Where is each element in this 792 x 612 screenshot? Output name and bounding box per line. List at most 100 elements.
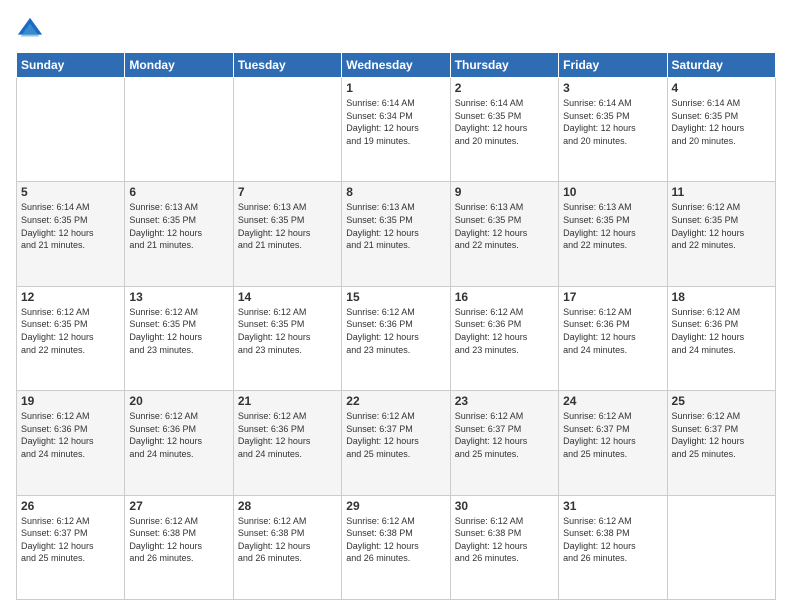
day-number: 4 [672,81,771,95]
day-number: 10 [563,185,662,199]
day-number: 16 [455,290,554,304]
day-number: 29 [346,499,445,513]
day-info: Sunrise: 6:14 AM Sunset: 6:35 PM Dayligh… [21,201,120,251]
calendar-cell: 30 Sunrise: 6:12 AM Sunset: 6:38 PM Dayli… [450,495,558,599]
calendar-cell: 24 Sunrise: 6:12 AM Sunset: 6:37 PM Dayli… [559,391,667,495]
calendar-cell: 29 Sunrise: 6:12 AM Sunset: 6:38 PM Dayli… [342,495,450,599]
weekday-header-cell: Wednesday [342,53,450,78]
header [16,16,776,44]
calendar-cell [233,78,341,182]
day-number: 9 [455,185,554,199]
day-number: 6 [129,185,228,199]
calendar-cell: 11 Sunrise: 6:12 AM Sunset: 6:35 PM Dayli… [667,182,775,286]
day-info: Sunrise: 6:12 AM Sunset: 6:36 PM Dayligh… [21,410,120,460]
calendar-cell: 22 Sunrise: 6:12 AM Sunset: 6:37 PM Dayli… [342,391,450,495]
logo-icon [16,16,44,44]
day-info: Sunrise: 6:12 AM Sunset: 6:37 PM Dayligh… [346,410,445,460]
weekday-header-cell: Saturday [667,53,775,78]
day-number: 31 [563,499,662,513]
calendar-cell: 1 Sunrise: 6:14 AM Sunset: 6:34 PM Daylig… [342,78,450,182]
calendar-body: 1 Sunrise: 6:14 AM Sunset: 6:34 PM Daylig… [17,78,776,600]
day-number: 22 [346,394,445,408]
day-info: Sunrise: 6:14 AM Sunset: 6:34 PM Dayligh… [346,97,445,147]
day-number: 21 [238,394,337,408]
day-number: 30 [455,499,554,513]
day-number: 23 [455,394,554,408]
calendar-cell [667,495,775,599]
calendar-cell: 26 Sunrise: 6:12 AM Sunset: 6:37 PM Dayli… [17,495,125,599]
calendar-cell: 15 Sunrise: 6:12 AM Sunset: 6:36 PM Dayli… [342,286,450,390]
calendar-cell: 2 Sunrise: 6:14 AM Sunset: 6:35 PM Daylig… [450,78,558,182]
day-info: Sunrise: 6:13 AM Sunset: 6:35 PM Dayligh… [455,201,554,251]
calendar-week-row: 12 Sunrise: 6:12 AM Sunset: 6:35 PM Dayli… [17,286,776,390]
calendar-cell: 23 Sunrise: 6:12 AM Sunset: 6:37 PM Dayli… [450,391,558,495]
day-number: 24 [563,394,662,408]
day-info: Sunrise: 6:12 AM Sunset: 6:37 PM Dayligh… [21,515,120,565]
day-info: Sunrise: 6:12 AM Sunset: 6:38 PM Dayligh… [129,515,228,565]
day-info: Sunrise: 6:12 AM Sunset: 6:37 PM Dayligh… [672,410,771,460]
day-info: Sunrise: 6:12 AM Sunset: 6:35 PM Dayligh… [21,306,120,356]
calendar-cell: 8Sunrise: 6:13 AM Sunset: 6:35 PM Daylig… [342,182,450,286]
day-info: Sunrise: 6:12 AM Sunset: 6:36 PM Dayligh… [672,306,771,356]
calendar-cell: 10Sunrise: 6:13 AM Sunset: 6:35 PM Dayli… [559,182,667,286]
day-number: 20 [129,394,228,408]
calendar: SundayMondayTuesdayWednesdayThursdayFrid… [16,52,776,600]
day-number: 13 [129,290,228,304]
calendar-week-row: 19 Sunrise: 6:12 AM Sunset: 6:36 PM Dayli… [17,391,776,495]
day-number: 1 [346,81,445,95]
calendar-cell: 12 Sunrise: 6:12 AM Sunset: 6:35 PM Dayli… [17,286,125,390]
calendar-week-row: 5 Sunrise: 6:14 AM Sunset: 6:35 PM Daylig… [17,182,776,286]
calendar-cell [17,78,125,182]
day-number: 12 [21,290,120,304]
day-info: Sunrise: 6:12 AM Sunset: 6:38 PM Dayligh… [346,515,445,565]
calendar-cell: 7 Sunrise: 6:13 AM Sunset: 6:35 PM Daylig… [233,182,341,286]
day-number: 26 [21,499,120,513]
day-info: Sunrise: 6:13 AM Sunset: 6:35 PM Dayligh… [129,201,228,251]
day-number: 2 [455,81,554,95]
day-number: 27 [129,499,228,513]
day-info: Sunrise: 6:12 AM Sunset: 6:38 PM Dayligh… [238,515,337,565]
day-number: 7 [238,185,337,199]
day-number: 18 [672,290,771,304]
day-number: 14 [238,290,337,304]
day-info: Sunrise: 6:12 AM Sunset: 6:37 PM Dayligh… [563,410,662,460]
calendar-cell: 4 Sunrise: 6:14 AM Sunset: 6:35 PM Daylig… [667,78,775,182]
calendar-cell: 31 Sunrise: 6:12 AM Sunset: 6:38 PM Dayli… [559,495,667,599]
day-number: 17 [563,290,662,304]
day-info: Sunrise: 6:14 AM Sunset: 6:35 PM Dayligh… [563,97,662,147]
day-info: Sunrise: 6:12 AM Sunset: 6:38 PM Dayligh… [563,515,662,565]
weekday-header-cell: Friday [559,53,667,78]
calendar-cell: 27 Sunrise: 6:12 AM Sunset: 6:38 PM Dayli… [125,495,233,599]
day-number: 25 [672,394,771,408]
day-number: 11 [672,185,771,199]
calendar-cell: 18 Sunrise: 6:12 AM Sunset: 6:36 PM Dayli… [667,286,775,390]
day-info: Sunrise: 6:12 AM Sunset: 6:35 PM Dayligh… [129,306,228,356]
day-info: Sunrise: 6:14 AM Sunset: 6:35 PM Dayligh… [672,97,771,147]
day-info: Sunrise: 6:12 AM Sunset: 6:35 PM Dayligh… [672,201,771,251]
weekday-header-cell: Thursday [450,53,558,78]
calendar-week-row: 1 Sunrise: 6:14 AM Sunset: 6:34 PM Daylig… [17,78,776,182]
day-info: Sunrise: 6:12 AM Sunset: 6:36 PM Dayligh… [346,306,445,356]
calendar-week-row: 26 Sunrise: 6:12 AM Sunset: 6:37 PM Dayli… [17,495,776,599]
day-info: Sunrise: 6:14 AM Sunset: 6:35 PM Dayligh… [455,97,554,147]
day-number: 15 [346,290,445,304]
weekday-header-cell: Monday [125,53,233,78]
calendar-cell: 5 Sunrise: 6:14 AM Sunset: 6:35 PM Daylig… [17,182,125,286]
calendar-cell [125,78,233,182]
day-info: Sunrise: 6:12 AM Sunset: 6:36 PM Dayligh… [238,410,337,460]
day-number: 28 [238,499,337,513]
day-info: Sunrise: 6:12 AM Sunset: 6:36 PM Dayligh… [563,306,662,356]
day-number: 19 [21,394,120,408]
weekday-header-cell: Tuesday [233,53,341,78]
calendar-cell: 13 Sunrise: 6:12 AM Sunset: 6:35 PM Dayli… [125,286,233,390]
day-info: Sunrise: 6:13 AM Sunset: 6:35 PM Dayligh… [238,201,337,251]
calendar-cell: 9 Sunrise: 6:13 AM Sunset: 6:35 PM Daylig… [450,182,558,286]
day-info: Sunrise: 6:12 AM Sunset: 6:37 PM Dayligh… [455,410,554,460]
calendar-cell: 21 Sunrise: 6:12 AM Sunset: 6:36 PM Dayli… [233,391,341,495]
day-info: Sunrise: 6:13 AM Sunset: 6:35 PM Dayligh… [346,201,445,251]
day-number: 3 [563,81,662,95]
weekday-header-row: SundayMondayTuesdayWednesdayThursdayFrid… [17,53,776,78]
day-info: Sunrise: 6:12 AM Sunset: 6:38 PM Dayligh… [455,515,554,565]
day-number: 5 [21,185,120,199]
calendar-cell: 20Sunrise: 6:12 AM Sunset: 6:36 PM Dayli… [125,391,233,495]
